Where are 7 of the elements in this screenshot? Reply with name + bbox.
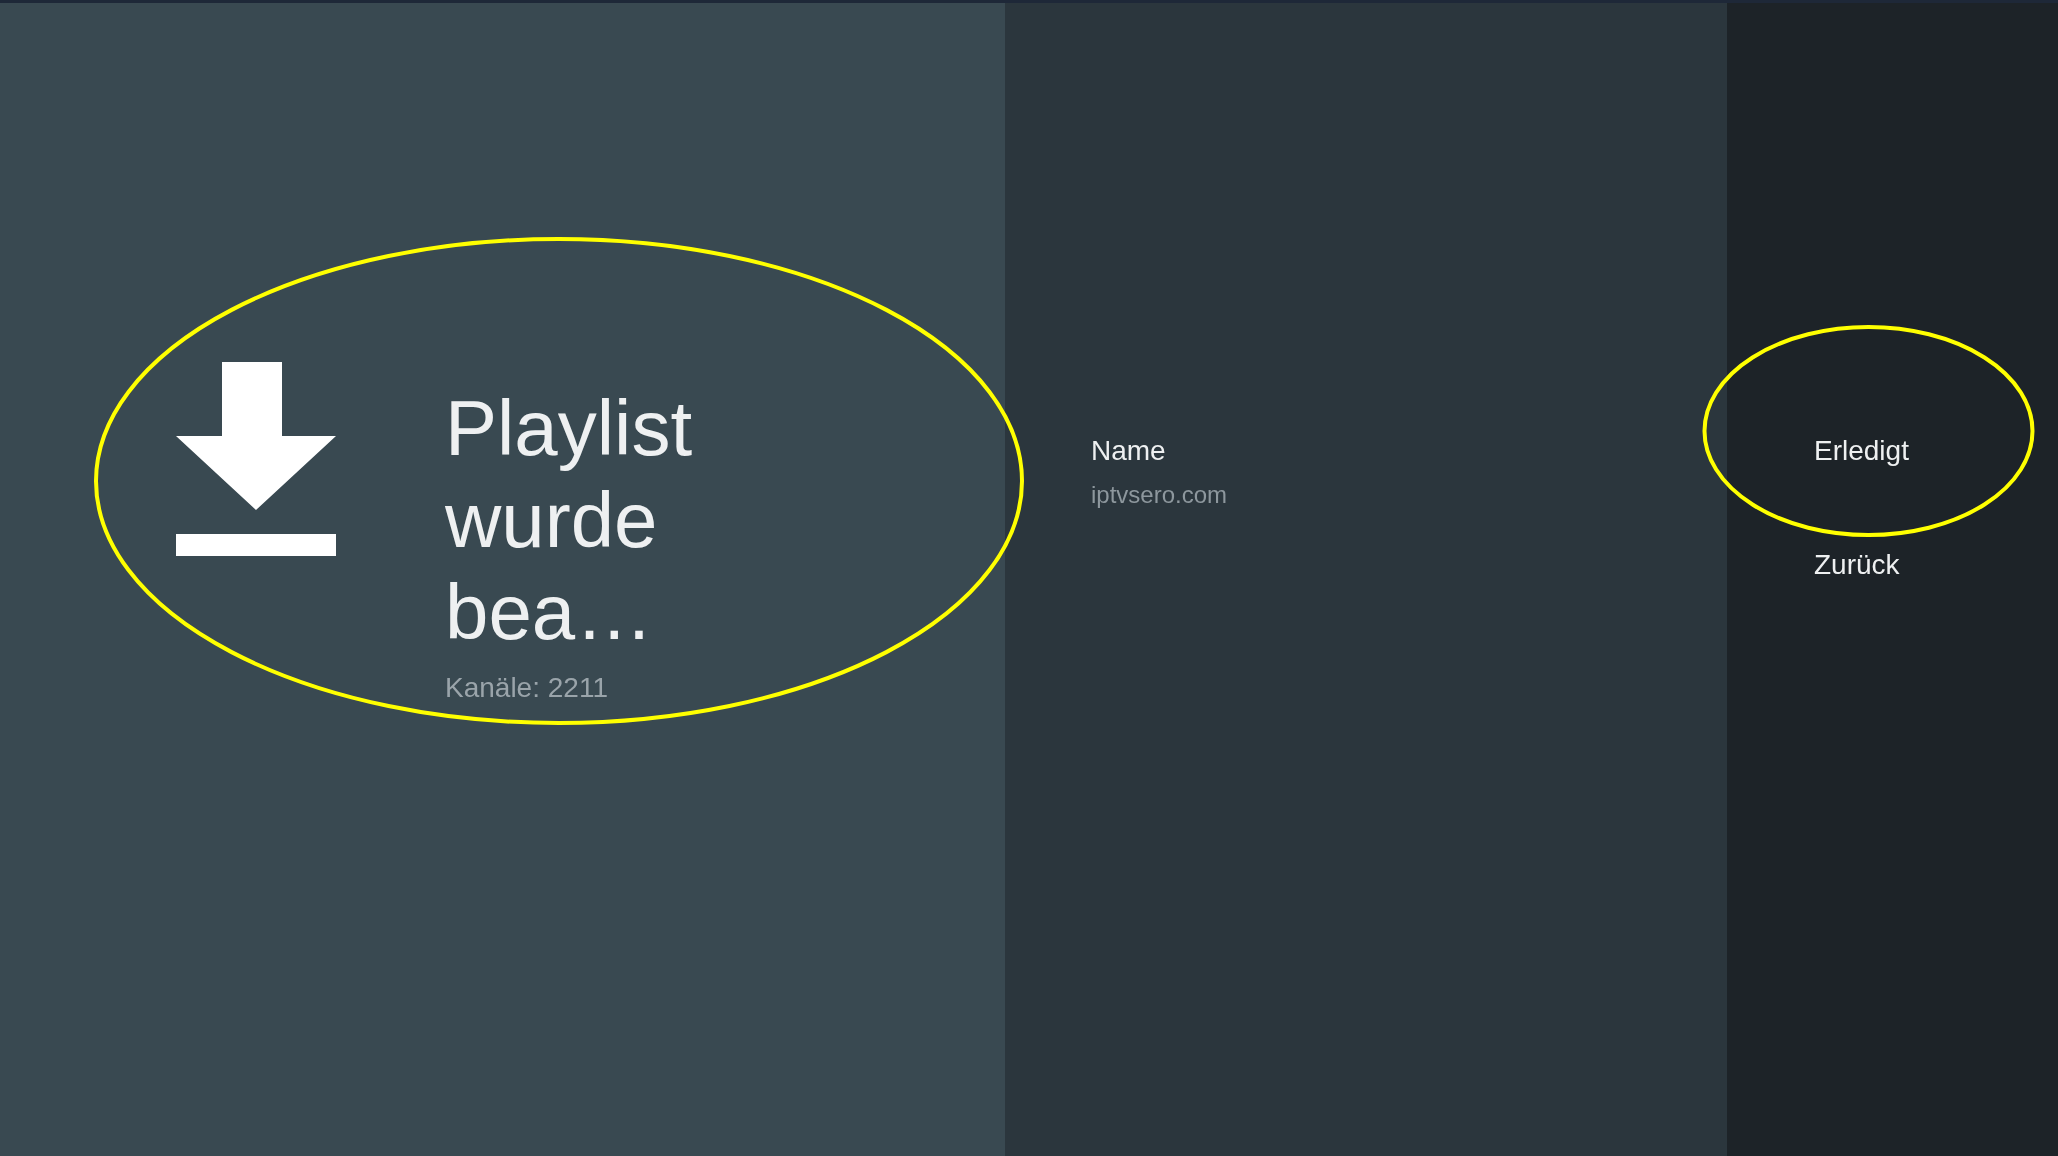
guidance-description: Kanäle: 2211 [445, 672, 609, 704]
guidance-title: Playlist wurde bea… [445, 383, 694, 658]
action-button[interactable]: Erledigt [1814, 435, 1909, 467]
action-button[interactable]: Zurück [1814, 549, 1900, 581]
detail-label: Name [1091, 435, 1167, 467]
detail-value: iptvsero.com [1091, 481, 1229, 509]
download-icon [176, 362, 336, 556]
